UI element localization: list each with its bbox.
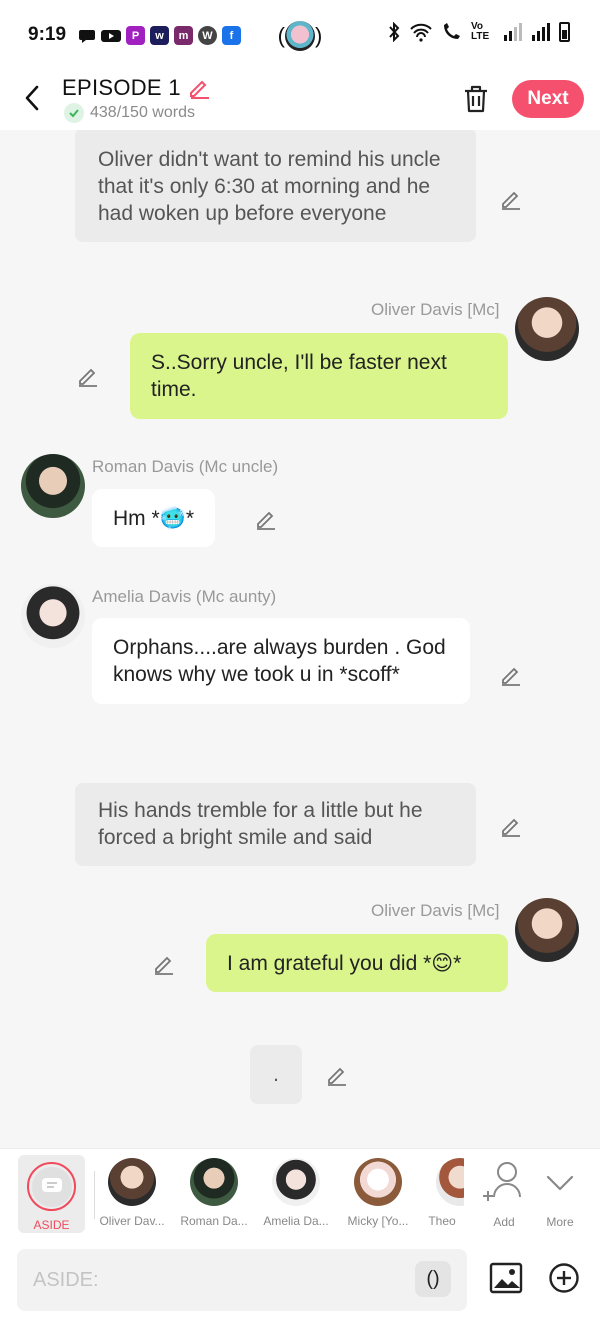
aside-text: Oliver didn't want to remind his uncle t…	[98, 148, 441, 225]
app-m-icon: m	[174, 26, 193, 45]
episode-title-text: EPISODE 1	[62, 75, 181, 100]
edit-icon[interactable]	[152, 952, 176, 976]
character-micky[interactable]: Micky [Yo...	[338, 1157, 418, 1235]
speaker-name: Amelia Davis (Mc aunty)	[92, 587, 277, 606]
picsart-icon: P	[126, 26, 145, 45]
message-input[interactable]	[33, 1265, 393, 1295]
character-bar: ASIDE Oliver Dav... Roman Da... Amelia D…	[0, 1148, 600, 1240]
character-theo[interactable]: Theo	[420, 1157, 464, 1235]
message-input-container: ()	[17, 1249, 467, 1311]
add-label: Add	[493, 1215, 515, 1229]
cast-avatar-icon	[285, 21, 315, 51]
status-app-icons: P w m W f	[78, 26, 241, 45]
message-text: I am grateful you did *😊*	[227, 952, 462, 975]
message-text: Orphans....are always burden . God knows…	[113, 636, 446, 686]
avatar-roman[interactable]	[21, 454, 85, 518]
chevron-left-icon	[25, 85, 39, 111]
episode-title[interactable]: EPISODE 1	[62, 75, 211, 101]
character-label: Oliver Dav...	[99, 1214, 165, 1228]
speaker-name: Oliver Davis [Mc]	[371, 901, 500, 920]
add-user-icon	[483, 1162, 521, 1201]
character-oliver[interactable]: Oliver Dav...	[92, 1157, 172, 1235]
add-circle-icon[interactable]	[548, 1262, 580, 1294]
character-label: Amelia Da...	[263, 1214, 329, 1228]
edit-icon[interactable]	[254, 507, 278, 531]
back-button[interactable]	[18, 82, 46, 114]
aside-bubble[interactable]: His hands tremble for a little but he fo…	[75, 783, 476, 866]
aside-text: .	[273, 1063, 279, 1086]
message-text: Hm *🥶*	[113, 507, 194, 530]
word-count: 438/150 words	[90, 104, 195, 121]
wordpress-icon: W	[198, 26, 217, 45]
message-bubble-oliver[interactable]: I am grateful you did *😊*	[206, 934, 508, 992]
aside-label: ASIDE	[33, 1218, 70, 1232]
check-icon	[64, 103, 84, 123]
delete-button[interactable]	[461, 82, 491, 116]
aside-bubble[interactable]: Oliver didn't want to remind his uncle t…	[75, 130, 476, 242]
status-indicators: Vo LTE	[387, 22, 570, 42]
edit-icon[interactable]	[499, 814, 523, 838]
message-bubble-roman[interactable]: Hm *🥶*	[92, 489, 215, 547]
edit-icon[interactable]	[76, 364, 100, 388]
avatar	[436, 1158, 464, 1206]
status-time: 9:19	[28, 24, 67, 45]
trash-icon	[465, 85, 487, 113]
more-label: More	[546, 1215, 574, 1229]
aside-circle	[27, 1162, 76, 1211]
word-count-row: 438/150 words	[64, 103, 195, 123]
bluetooth-icon	[389, 22, 400, 42]
avatar	[190, 1158, 238, 1206]
edit-icon[interactable]	[499, 663, 523, 687]
battery-icon	[559, 22, 570, 42]
signal-icon-1	[504, 23, 522, 41]
character-roman[interactable]: Roman Da...	[174, 1157, 254, 1235]
character-label: Micky [Yo...	[347, 1214, 409, 1228]
volte-label: Vo LTE	[471, 21, 490, 42]
editor-header: EPISODE 1 438/150 words Next	[0, 72, 600, 130]
status-bar: 9:19 P w m W f () Vo LTE	[0, 0, 600, 72]
avatar-amelia[interactable]	[21, 584, 85, 648]
character-label: Roman Da...	[180, 1214, 248, 1228]
aside-bubble-icon	[41, 1177, 62, 1192]
edit-icon[interactable]	[499, 187, 523, 211]
app-f-icon: f	[222, 26, 241, 45]
aside-selector[interactable]: ASIDE	[18, 1155, 85, 1233]
image-icon[interactable]	[488, 1260, 524, 1296]
input-bar: ()	[0, 1240, 600, 1320]
parenthesis-button[interactable]: ()	[415, 1261, 451, 1297]
message-text: S..Sorry uncle, I'll be faster next time…	[151, 351, 447, 401]
speaker-name: Roman Davis (Mc uncle)	[92, 457, 279, 476]
next-button[interactable]: Next	[512, 80, 584, 118]
chat-area[interactable]: Oliver didn't want to remind his uncle t…	[0, 130, 600, 1148]
message-bubble-oliver[interactable]: S..Sorry uncle, I'll be faster next time…	[130, 333, 508, 419]
signal-icon-2	[532, 23, 550, 41]
more-button[interactable]: More	[532, 1157, 588, 1235]
add-character-button[interactable]: Add	[476, 1157, 532, 1235]
wifi-icon	[410, 23, 432, 42]
wifi-call-icon	[444, 23, 460, 39]
pencil-icon[interactable]	[187, 76, 211, 100]
avatar	[272, 1158, 320, 1206]
status-center-avatar: ()	[276, 18, 324, 54]
edit-icon[interactable]	[325, 1063, 349, 1087]
avatar-oliver[interactable]	[515, 297, 579, 361]
aside-text: His hands tremble for a little but he fo…	[98, 799, 423, 849]
avatar	[108, 1158, 156, 1206]
youtube-icon	[101, 29, 121, 42]
character-label: Theo	[428, 1214, 456, 1228]
avatar-oliver[interactable]	[515, 898, 579, 962]
avatar	[354, 1158, 402, 1206]
message-bubble-amelia[interactable]: Orphans....are always burden . God knows…	[92, 618, 470, 704]
character-amelia[interactable]: Amelia Da...	[256, 1157, 336, 1235]
wattpad-icon: w	[150, 26, 169, 45]
chat-notification-icon	[79, 29, 95, 43]
aside-bubble[interactable]: .	[250, 1045, 302, 1104]
chevron-down-icon	[546, 1175, 574, 1191]
speaker-name: Oliver Davis [Mc]	[371, 300, 500, 319]
